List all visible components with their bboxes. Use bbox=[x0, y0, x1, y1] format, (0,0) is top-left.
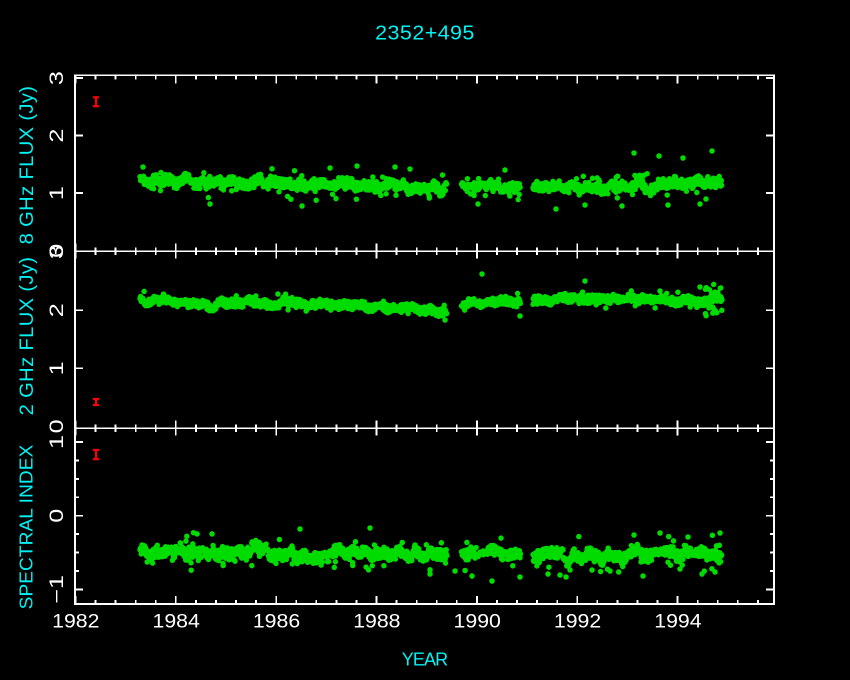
svg-text:1988: 1988 bbox=[353, 611, 400, 632]
svg-text:2 GHz FLUX (Jy): 2 GHz FLUX (Jy) bbox=[16, 257, 37, 416]
svg-text:1982: 1982 bbox=[52, 611, 99, 632]
svg-text:0: 0 bbox=[46, 419, 67, 433]
svg-text:2: 2 bbox=[46, 303, 67, 317]
svg-text:1992: 1992 bbox=[554, 611, 601, 632]
svg-text:1990: 1990 bbox=[454, 611, 501, 632]
svg-text:8 GHz FLUX (Jy): 8 GHz FLUX (Jy) bbox=[16, 86, 37, 245]
svg-text:SPECTRAL INDEX: SPECTRAL INDEX bbox=[16, 444, 37, 609]
svg-text:2352+495: 2352+495 bbox=[375, 22, 475, 44]
svg-text:1986: 1986 bbox=[253, 611, 300, 632]
svg-text:1984: 1984 bbox=[152, 611, 199, 632]
svg-text:3: 3 bbox=[46, 71, 67, 85]
svg-text:YEAR: YEAR bbox=[402, 650, 448, 670]
svg-text:1994: 1994 bbox=[654, 611, 701, 632]
svg-text:1: 1 bbox=[46, 361, 67, 375]
svg-text:1: 1 bbox=[46, 186, 67, 200]
svg-text:−1: −1 bbox=[46, 575, 67, 604]
svg-text:3: 3 bbox=[46, 245, 67, 259]
svg-text:2: 2 bbox=[46, 129, 67, 143]
svg-text:1: 1 bbox=[46, 435, 67, 449]
svg-text:0: 0 bbox=[46, 509, 67, 523]
